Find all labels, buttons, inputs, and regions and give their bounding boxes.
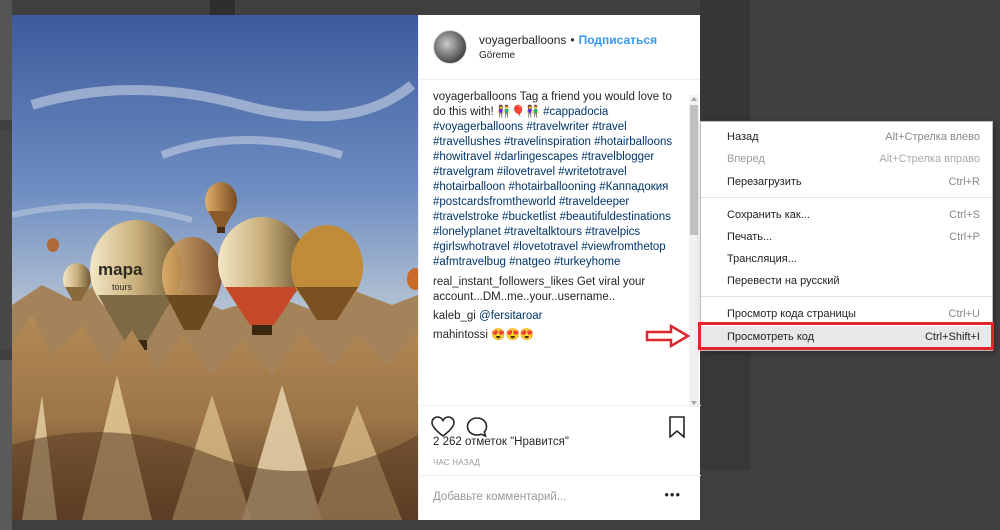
post-sidebar: voyagerballoons • Подписаться Göreme voyag… [418,15,701,520]
comment: kaleb_gi @fersitaroar [433,309,679,324]
hashtag-link[interactable]: #howitravel [433,151,491,163]
menu-item-shortcut: Alt+Стрелка влево [885,131,980,143]
background-tile [210,0,235,15]
bookmark-icon[interactable] [667,416,687,438]
svg-text:tours: tours [112,282,133,292]
menu-item-shortcut: Ctrl+P [949,231,980,243]
menu-item-label: Печать... [727,231,773,243]
menu-item-reload[interactable]: Перезагрузить Ctrl+R [701,171,992,193]
comment-icon[interactable] [465,416,489,438]
comment-author[interactable]: mahintossi [433,329,488,341]
hashtag-link[interactable]: #hotairballoon [433,181,505,193]
background-tile [700,0,750,120]
hashtag-link[interactable]: #travelgram [433,166,494,178]
hashtag-link[interactable]: #lonelyplanet [433,226,501,238]
hashtag-link[interactable]: #natgeo [509,256,551,268]
hashtag-link[interactable]: #Каппадокия [599,181,668,193]
hashtag-link[interactable]: #writetotravel [558,166,626,178]
hashtag-link[interactable]: #hotairballooning [508,181,596,193]
hashtags: #cappadocia #voyagerballoons #travelwrit… [433,106,672,268]
hashtag-link[interactable]: #travelblogger [581,151,654,163]
username-link[interactable]: voyagerballoons [479,33,566,47]
hashtag-link[interactable]: #darlingescapes [494,151,578,163]
hashtag-link[interactable]: #bucketlist [502,211,556,223]
caption-author[interactable]: voyagerballoons [433,91,517,103]
background-tile [0,0,12,120]
background-tile [0,360,12,530]
svg-text:mapa: mapa [98,260,143,279]
comment: real_instant_followers_likes Get viral y… [433,275,679,305]
hashtag-link[interactable]: #travelinspiration [504,136,591,148]
heart-icon[interactable] [431,416,455,438]
comment-text: 😍😍😍 [491,329,535,341]
menu-separator [701,296,992,297]
location-link[interactable]: Göreme [479,50,657,61]
comment-mention[interactable]: @fersitaroar [479,310,542,322]
comments-scrollbar[interactable] [689,95,699,407]
hashtag-link[interactable]: #girlswhotravel [433,241,510,253]
menu-item-label: Трансляция... [727,253,797,265]
hashtag-link[interactable]: #travellushes [433,136,501,148]
post-photo[interactable]: mapa tours [12,15,418,520]
hashtag-link[interactable]: #viewfromthetop [581,241,665,253]
add-comment-input[interactable]: Добавьте комментарий... [433,491,566,503]
context-menu: Назад Alt+Стрелка влево Вперед Alt+Стрел… [700,121,993,351]
hashtag-link[interactable]: #traveldeeper [559,196,629,208]
menu-item-label: Назад [727,131,759,143]
caption: voyagerballoons Tag a friend you would l… [433,90,679,270]
hashtag-link[interactable]: #beautifuldestinations [560,211,671,223]
hashtag-link[interactable]: #travelwriter [526,121,589,133]
hashtag-link[interactable]: #ilovetravel [497,166,555,178]
background-tile [700,350,750,470]
avatar[interactable] [433,30,467,64]
menu-item-back[interactable]: Назад Alt+Стрелка влево [701,126,992,148]
menu-item-label: Перезагрузить [727,176,802,188]
highlight-box [698,322,994,350]
menu-item-forward[interactable]: Вперед Alt+Стрелка вправо [701,148,992,170]
menu-item-print[interactable]: Печать... Ctrl+P [701,226,992,248]
hashtag-link[interactable]: #cappadocia [543,106,608,118]
menu-item-translate[interactable]: Перевести на русский [701,270,992,292]
menu-separator [701,197,992,198]
likes-count[interactable]: 2 262 отметок "Нравится" [433,436,569,448]
menu-item-label: Перевести на русский [727,275,840,287]
separator-dot: • [570,33,575,47]
menu-item-label: Вперед [727,153,765,165]
hashtag-link[interactable]: #lovetotravel [513,241,578,253]
comment-author[interactable]: real_instant_followers_likes [433,276,574,288]
menu-item-shortcut: Alt+Стрелка вправо [879,153,980,165]
menu-item-shortcut: Ctrl+R [948,176,980,188]
post-time[interactable]: ЧАС НАЗАД [433,458,480,467]
hashtag-link[interactable]: #traveltalktours [504,226,582,238]
comment-author[interactable]: kaleb_gi [433,310,476,322]
hashtag-link[interactable]: #travelstroke [433,211,499,223]
hashtag-link[interactable]: #afmtravelbug [433,256,506,268]
more-icon[interactable]: ••• [664,487,681,502]
menu-item-save-as[interactable]: Сохранить как... Ctrl+S [701,204,992,226]
add-comment-bar: Добавьте комментарий... ••• [419,475,701,520]
post-modal: mapa tours voyagerballoons • Подписаться… [12,15,701,520]
background-tile [0,130,12,350]
post-header: voyagerballoons • Подписаться Göreme [419,15,700,80]
comment-partial [433,347,679,356]
hashtag-link[interactable]: #turkeyhome [554,256,620,268]
hashtag-link[interactable]: #voyagerballoons [433,121,523,133]
scroll-up-arrow-icon[interactable] [691,97,697,101]
menu-item-cast[interactable]: Трансляция... [701,248,992,270]
comment: mahintossi 😍😍😍 [433,328,679,343]
menu-item-shortcut: Ctrl+S [949,209,980,221]
hashtag-link[interactable]: #hotairballoons [594,136,672,148]
follow-button[interactable]: Подписаться [579,33,657,47]
red-arrow-icon [645,324,691,348]
hashtag-link[interactable]: #travel [592,121,627,133]
comments-list: voyagerballoons Tag a friend you would l… [433,90,679,400]
hashtag-link[interactable]: #postcardsfromtheworld [433,196,556,208]
menu-item-label: Сохранить как... [727,209,810,221]
scroll-thumb[interactable] [690,105,698,235]
hashtag-link[interactable]: #travelpics [585,226,640,238]
